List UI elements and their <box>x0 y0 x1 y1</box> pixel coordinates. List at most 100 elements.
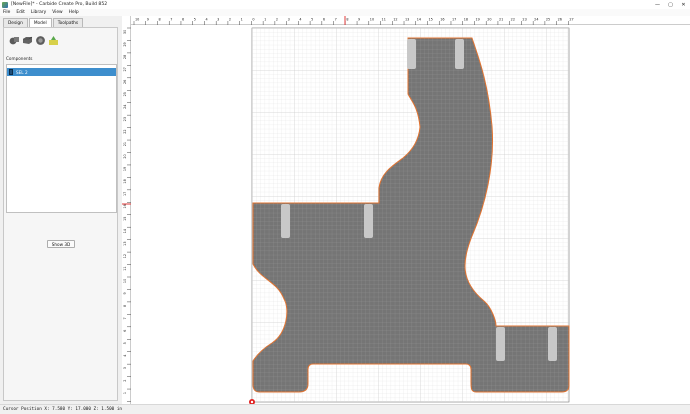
ruler-label: 15 <box>123 217 127 221</box>
app-window: [NewFile]* - Carbide Create Pro, Build 8… <box>0 0 690 414</box>
model-tool-1-icon[interactable] <box>9 35 20 46</box>
app-logo-icon <box>2 1 8 8</box>
ruler-label: 0 <box>252 18 254 22</box>
menu-help[interactable]: Help <box>69 10 79 15</box>
ruler-label: 7 <box>123 317 127 319</box>
ruler-label: 3 <box>123 367 127 369</box>
menu-edit[interactable]: Edit <box>16 10 25 15</box>
ruler-label: 4 <box>123 355 127 357</box>
ruler-label: 6 <box>182 18 184 22</box>
ruler-label: 2 <box>229 18 231 22</box>
ruler-label: 16 <box>123 204 127 208</box>
ruler-label: 4 <box>205 18 207 22</box>
maximize-button[interactable]: ▢ <box>664 0 677 9</box>
ruler-label: 22 <box>511 18 515 22</box>
component-swatch <box>9 69 13 75</box>
ruler-label: 25 <box>123 92 127 96</box>
ruler-label: 1 <box>241 18 243 22</box>
ruler-label: 5 <box>194 18 196 22</box>
model-tool-4-icon[interactable] <box>48 35 59 46</box>
ruler-label: 13 <box>405 18 409 22</box>
ruler-label: 19 <box>123 167 127 171</box>
tab-toolpaths[interactable]: Toolpaths <box>52 18 84 27</box>
menu-bar: File Edit Library View Help <box>0 9 690 16</box>
window-controls: — ▢ ✕ <box>651 0 690 9</box>
design-canvas[interactable]: 10 9 8 7 6 5 4 3 2 1 0 1 2 3 4 5 6 7 8 9 10 11 12 13 14 15 16 17 18 1… <box>122 16 690 404</box>
slot-pocket[interactable] <box>407 39 416 69</box>
ruler-label: 10 <box>135 18 139 22</box>
ruler-label: 2 <box>123 380 127 382</box>
ruler-label: 18 <box>464 18 468 22</box>
ruler-label: 30 <box>123 30 127 34</box>
ruler-label: 8 <box>158 18 160 22</box>
component-item[interactable]: SEL 2 <box>7 68 116 76</box>
ruler-label: 2 <box>276 18 278 22</box>
ruler-label: 8 <box>123 305 127 307</box>
ruler-label: 12 <box>123 254 127 258</box>
ruler-label: 11 <box>123 266 127 270</box>
ruler-label: 12 <box>393 18 397 22</box>
menu-view[interactable]: View <box>52 10 62 15</box>
ruler-label: 4 <box>299 18 301 22</box>
ruler-label: 23 <box>123 117 127 121</box>
ruler-label: 26 <box>558 18 562 22</box>
ruler-label: 9 <box>358 18 360 22</box>
slot-pocket[interactable] <box>496 327 505 361</box>
ruler-label: 17 <box>452 18 456 22</box>
menu-library[interactable]: Library <box>31 10 46 15</box>
slot-pocket[interactable] <box>455 39 464 69</box>
model-tool-3-icon[interactable] <box>35 35 46 46</box>
ruler-label: 10 <box>123 279 127 283</box>
slot-pocket[interactable] <box>548 327 557 361</box>
ruler-label: 11 <box>382 18 386 22</box>
slot-pocket[interactable] <box>364 204 373 238</box>
canvas-svg[interactable]: 10 9 8 7 6 5 4 3 2 1 0 1 2 3 4 5 6 7 8 9 10 11 12 13 14 15 16 17 18 1… <box>122 16 690 404</box>
model-tools <box>9 35 59 46</box>
ruler-label: 7 <box>335 18 337 22</box>
component-name: SEL 2 <box>16 69 28 75</box>
ruler-label: 9 <box>123 292 127 294</box>
ruler-label: 20 <box>487 18 491 22</box>
slot-pocket[interactable] <box>281 204 290 238</box>
ruler-label: 8 <box>346 18 348 22</box>
tab-design[interactable]: Design <box>3 18 28 27</box>
menu-file[interactable]: File <box>3 10 10 15</box>
components-list[interactable]: SEL 2 <box>6 64 117 213</box>
ruler-label: 27 <box>123 67 127 71</box>
ruler-label: 6 <box>123 330 127 332</box>
cursor-position-readout: Cursor Position X: 7.580 Y: 17.000 Z: 1.… <box>3 407 122 412</box>
window-title: [NewFile]* - Carbide Create Pro, Build 8… <box>11 2 108 7</box>
status-bar: Cursor Position X: 7.580 Y: 17.000 Z: 1.… <box>0 404 690 414</box>
ruler-label: 1 <box>123 392 127 394</box>
ruler-label: 10 <box>370 18 374 22</box>
ruler-label: 24 <box>123 105 127 109</box>
ruler-label: 23 <box>522 18 526 22</box>
ruler-label: 24 <box>534 18 538 22</box>
ruler-label: 3 <box>217 18 219 22</box>
title-bar: [NewFile]* - Carbide Create Pro, Build 8… <box>0 0 690 9</box>
ruler-label: 15 <box>429 18 433 22</box>
ruler-label: 16 <box>440 18 444 22</box>
close-button[interactable]: ✕ <box>677 0 690 9</box>
ruler-label: 19 <box>475 18 479 22</box>
ruler-label: 18 <box>123 179 127 183</box>
ruler-label: 3 <box>288 18 290 22</box>
ruler-label: 29 <box>123 42 127 46</box>
minimize-button[interactable]: — <box>651 0 664 9</box>
show-3d-button[interactable]: Show 3D <box>47 240 75 248</box>
left-ruler <box>122 16 131 404</box>
ruler-label: 1 <box>264 18 266 22</box>
ruler-label: 9 <box>147 18 149 22</box>
ruler-label: 28 <box>123 55 127 59</box>
ruler-label: 13 <box>123 241 127 245</box>
ruler-label: 25 <box>546 18 550 22</box>
ruler-label: 5 <box>311 18 313 22</box>
ruler-label: 17 <box>123 192 127 196</box>
ruler-label: 27 <box>569 18 573 22</box>
ruler-label: 7 <box>170 18 172 22</box>
model-tool-2-icon[interactable] <box>22 35 33 46</box>
ruler-label: 14 <box>417 18 421 22</box>
ruler-label: 26 <box>123 80 127 84</box>
panel-tabs: Design Model Toolpaths <box>3 18 84 28</box>
ruler-label: 21 <box>123 142 127 146</box>
